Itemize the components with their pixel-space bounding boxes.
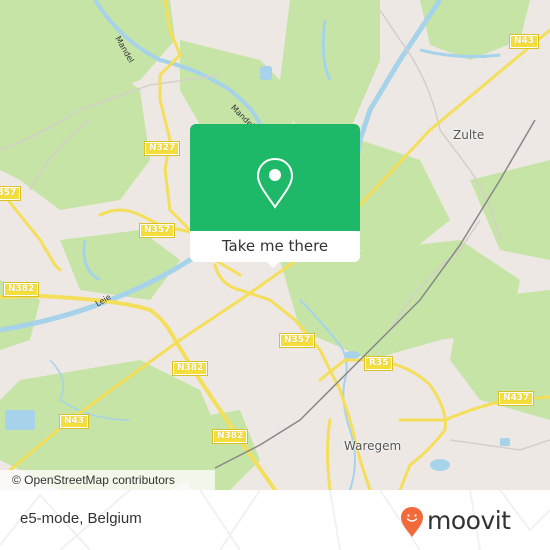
road-shield-n357-edge: N357 [0,186,22,201]
road-shield-n43: N43 [58,414,90,429]
road-shield-n357: N357 [138,223,176,238]
road-shield-n382: N382 [171,361,209,376]
place-label-zulte: Zulte [453,128,485,142]
road-shield-r35: R35 [363,356,394,371]
moovit-wordmark: moovit [427,506,511,535]
road-shield-n357: N357 [278,333,316,348]
road-shield-n327: N327 [143,141,181,156]
location-popup[interactable]: Take me there [190,124,360,268]
place-name: e5-mode, Belgium [20,510,142,527]
place-label-waregem: Waregem [344,439,402,453]
moovit-logo-icon [401,507,423,537]
footer: e5-mode, Belgium moovit [0,490,550,550]
map[interactable]: N327 N357 N357 N382 N382 N382 N43 N43 R3… [0,0,550,490]
take-me-there-button[interactable]: Take me there [190,231,360,262]
road-shield-n437: N437 [497,391,535,406]
location-pin-icon [256,157,294,209]
road-shield-n382: N382 [211,429,249,444]
moovit-logo[interactable]: moovit [400,504,540,538]
road-shield-n43: N43 [508,34,540,49]
road-shield-n382: N382 [2,282,40,297]
map-attribution[interactable]: © OpenStreetMap contributors [0,470,215,490]
popup-tail [266,261,280,268]
